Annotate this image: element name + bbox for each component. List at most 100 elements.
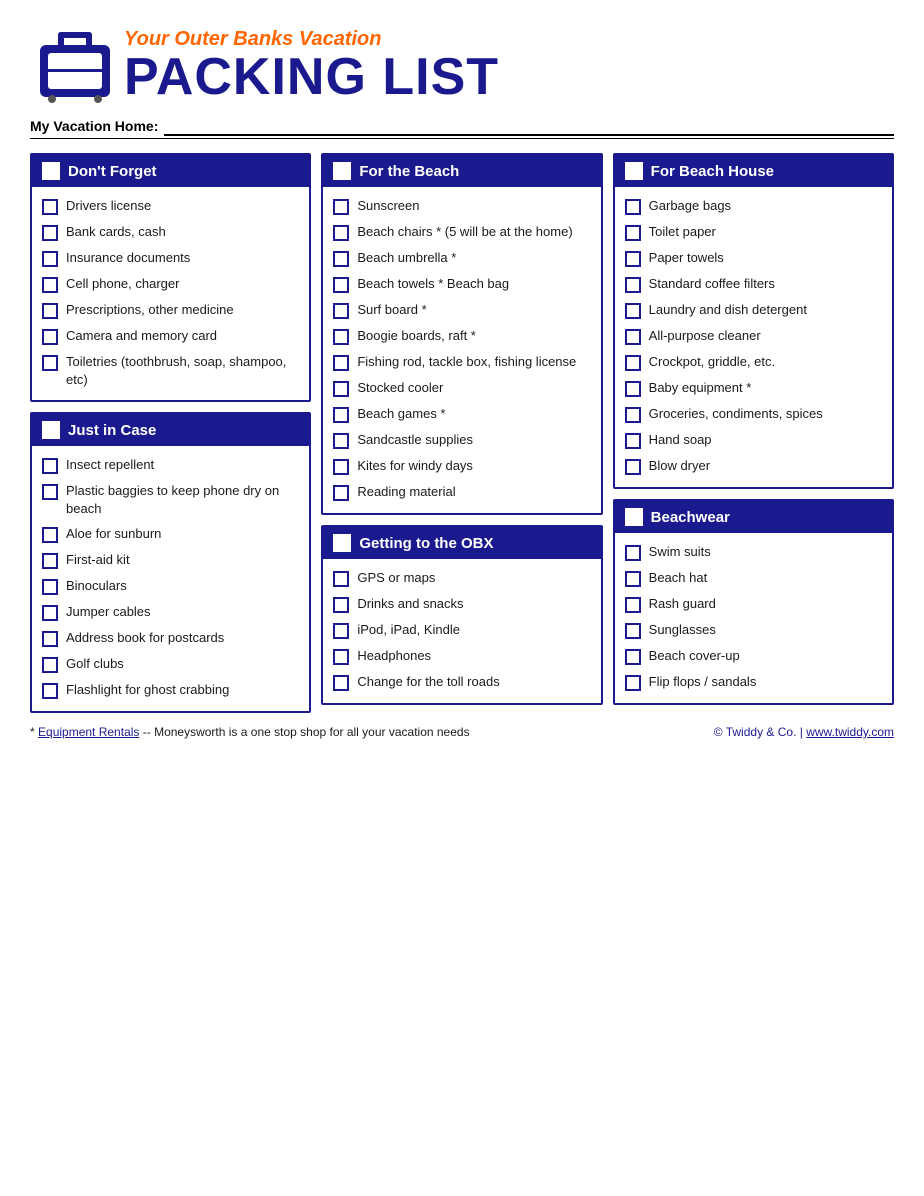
list-item: Fishing rod, tackle box, fishing license — [333, 349, 590, 375]
item-text: Drinks and snacks — [357, 595, 463, 613]
header-checkbox-just-in-case[interactable] — [42, 421, 60, 439]
checkbox[interactable] — [42, 579, 58, 595]
item-text: Beach cover-up — [649, 647, 740, 665]
checkbox[interactable] — [625, 277, 641, 293]
checkbox[interactable] — [625, 597, 641, 613]
left-column: Don't Forget Drivers license Bank cards,… — [30, 153, 311, 713]
header-checkbox-for-beach-house[interactable] — [625, 162, 643, 180]
section-title-for-beach-house: For Beach House — [651, 163, 774, 180]
copyright-text: © Twiddy & Co. | — [714, 725, 806, 739]
checkbox[interactable] — [625, 623, 641, 639]
twiddy-link[interactable]: www.twiddy.com — [806, 725, 894, 739]
checkbox[interactable] — [42, 683, 58, 699]
section-header-just-in-case: Just in Case — [32, 414, 309, 446]
checkbox[interactable] — [625, 407, 641, 423]
checkbox[interactable] — [333, 433, 349, 449]
main-grid: Don't Forget Drivers license Bank cards,… — [30, 153, 894, 713]
checkbox[interactable] — [42, 251, 58, 267]
checkbox[interactable] — [333, 597, 349, 613]
checkbox[interactable] — [333, 251, 349, 267]
header-checkbox-getting-to-obx[interactable] — [333, 534, 351, 552]
list-item: Sunscreen — [333, 193, 590, 219]
checkbox[interactable] — [625, 381, 641, 397]
checkbox[interactable] — [625, 545, 641, 561]
item-text: Sandcastle supplies — [357, 431, 473, 449]
checkbox[interactable] — [42, 631, 58, 647]
item-text: Standard coffee filters — [649, 275, 775, 293]
checkbox[interactable] — [333, 623, 349, 639]
list-item: Toiletries (toothbrush, soap, shampoo, e… — [42, 349, 299, 392]
checkbox[interactable] — [625, 303, 641, 319]
checkbox[interactable] — [42, 355, 58, 371]
checkbox[interactable] — [42, 553, 58, 569]
checkbox[interactable] — [333, 303, 349, 319]
checkbox[interactable] — [42, 225, 58, 241]
section-body-getting-to-obx: GPS or maps Drinks and snacks iPod, iPad… — [323, 559, 600, 703]
checkbox[interactable] — [333, 199, 349, 215]
checkbox[interactable] — [42, 277, 58, 293]
list-item: Sunglasses — [625, 617, 882, 643]
section-dont-forget: Don't Forget Drivers license Bank cards,… — [30, 153, 311, 402]
checkbox[interactable] — [625, 649, 641, 665]
checkbox[interactable] — [42, 303, 58, 319]
checkbox[interactable] — [42, 657, 58, 673]
checkbox[interactable] — [625, 355, 641, 371]
section-for-the-beach: For the Beach Sunscreen Beach chairs * (… — [321, 153, 602, 515]
checkbox[interactable] — [42, 484, 58, 500]
list-item: Stocked cooler — [333, 375, 590, 401]
header-text: Your Outer Banks Vacation PACKING LIST — [124, 27, 499, 103]
checkbox[interactable] — [625, 433, 641, 449]
header-checkbox-dont-forget[interactable] — [42, 162, 60, 180]
checkbox[interactable] — [625, 459, 641, 475]
checkbox[interactable] — [333, 355, 349, 371]
list-item: Swim suits — [625, 539, 882, 565]
checkbox[interactable] — [42, 458, 58, 474]
list-item: Insurance documents — [42, 245, 299, 271]
checkbox[interactable] — [333, 459, 349, 475]
checkbox[interactable] — [333, 675, 349, 691]
item-text: Toilet paper — [649, 223, 716, 241]
footer: * Equipment Rentals -- Moneysworth is a … — [30, 725, 894, 739]
section-body-beachwear: Swim suits Beach hat Rash guard Sunglass… — [615, 533, 892, 703]
footer-asterisk: * — [30, 725, 38, 739]
checkbox[interactable] — [625, 675, 641, 691]
item-text: Beach towels * Beach bag — [357, 275, 509, 293]
item-text: Baby equipment * — [649, 379, 752, 397]
item-text: Insect repellent — [66, 456, 154, 474]
section-header-beachwear: Beachwear — [615, 501, 892, 533]
item-text: Beach chairs * (5 will be at the home) — [357, 223, 572, 241]
list-item: iPod, iPad, Kindle — [333, 617, 590, 643]
checkbox[interactable] — [333, 485, 349, 501]
checkbox[interactable] — [42, 199, 58, 215]
list-item: Laundry and dish detergent — [625, 297, 882, 323]
item-text: Laundry and dish detergent — [649, 301, 807, 319]
header-checkbox-beachwear[interactable] — [625, 508, 643, 526]
checkbox[interactable] — [333, 225, 349, 241]
list-item: Beach chairs * (5 will be at the home) — [333, 219, 590, 245]
header-checkbox-for-the-beach[interactable] — [333, 162, 351, 180]
checkbox[interactable] — [333, 277, 349, 293]
section-title-dont-forget: Don't Forget — [68, 163, 157, 180]
checkbox[interactable] — [625, 329, 641, 345]
checkbox[interactable] — [333, 407, 349, 423]
checkbox[interactable] — [625, 571, 641, 587]
checkbox[interactable] — [333, 571, 349, 587]
checkbox[interactable] — [42, 329, 58, 345]
list-item: GPS or maps — [333, 565, 590, 591]
checkbox[interactable] — [625, 225, 641, 241]
item-text: Aloe for sunburn — [66, 525, 161, 543]
checkbox[interactable] — [625, 199, 641, 215]
checkbox[interactable] — [333, 649, 349, 665]
list-item: Address book for postcards — [42, 625, 299, 651]
checkbox[interactable] — [625, 251, 641, 267]
checkbox[interactable] — [42, 527, 58, 543]
list-item: Drivers license — [42, 193, 299, 219]
section-header-for-beach-house: For Beach House — [615, 155, 892, 187]
equipment-rentals-link[interactable]: Equipment Rentals — [38, 725, 139, 739]
checkbox[interactable] — [333, 381, 349, 397]
item-text: Reading material — [357, 483, 455, 501]
vacation-home-input[interactable] — [164, 118, 894, 136]
checkbox[interactable] — [333, 329, 349, 345]
checkbox[interactable] — [42, 605, 58, 621]
section-header-dont-forget: Don't Forget — [32, 155, 309, 187]
